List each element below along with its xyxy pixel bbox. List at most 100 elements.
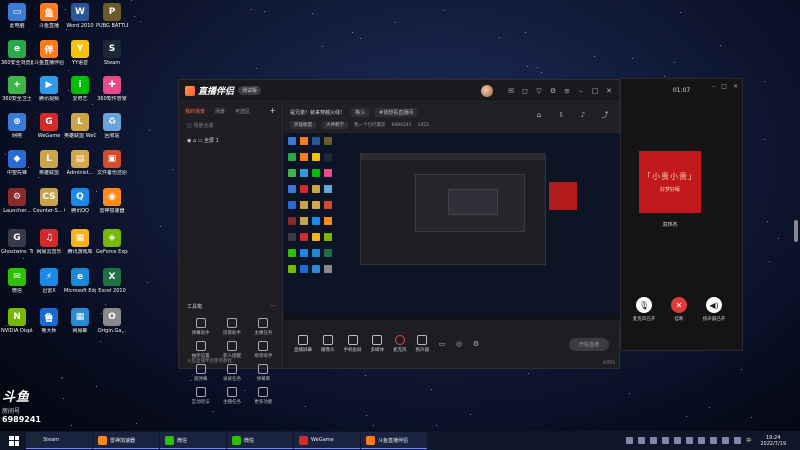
desktop-icon[interactable]: G WeGame: [33, 113, 65, 139]
stream-title[interactable]: 是兄弟！就来穿越火线！: [290, 109, 345, 116]
toolbox-item[interactable]: 弹幕库: [248, 364, 279, 382]
network-icon[interactable]: [722, 437, 730, 444]
desktop-icon[interactable]: G Ghostwire: Tokyo: [1, 229, 33, 255]
scene-fullscreen[interactable]: ◉ ⌂ ▭ 全屏 1: [179, 133, 282, 148]
tab-sources[interactable]: 可选区: [235, 108, 250, 115]
taskbar-item[interactable]: WeGame: [294, 432, 360, 449]
mic-toggle-button[interactable]: 🎙 麦克风已开: [629, 297, 659, 322]
toolbox-item[interactable]: 主播任务: [216, 387, 247, 405]
tray-icon[interactable]: [698, 437, 706, 444]
hang-up-button[interactable]: ✕ 挂断: [664, 297, 694, 322]
camera-button[interactable]: 摄像头: [321, 335, 335, 353]
toolbox-item[interactable]: 新人提醒: [216, 341, 247, 359]
toolbox-item[interactable]: 榜单助手: [248, 341, 279, 359]
minimize-icon[interactable]: –: [577, 87, 585, 95]
microphone-button[interactable]: 麦克风: [393, 335, 407, 353]
toolbox-item[interactable]: 观弹幕: [185, 364, 216, 382]
desktop-icon[interactable]: ✚ 360软件管家: [96, 76, 128, 102]
desktop-icon[interactable]: ▣ 文件备份还原: [96, 150, 128, 176]
speaker-button[interactable]: 扬声器: [416, 335, 429, 353]
tab-my-scenes[interactable]: 我的场景: [185, 108, 205, 115]
speaker-toggle-button[interactable]: ◀) 扬声器已开: [699, 297, 729, 322]
stream-preview[interactable]: [284, 133, 621, 321]
side-handle[interactable]: [794, 220, 798, 242]
desktop-icon[interactable]: i 爱奇艺: [64, 76, 96, 102]
desktop-icon[interactable]: +360安全卫士: [1, 76, 33, 102]
desktop-icon[interactable]: Q 腾讯QQ: [64, 188, 96, 214]
gift-icon[interactable]: ⌂: [535, 111, 543, 119]
share-icon[interactable]: ⤴: [601, 111, 609, 119]
taskbar-item[interactable]: 微信: [160, 432, 226, 449]
desktop-icon[interactable]: ⊕ 网络: [1, 113, 33, 139]
desktop-icon[interactable]: ▦ 网易邮: [64, 308, 96, 334]
tray-icon[interactable]: [662, 437, 670, 444]
desktop-icon[interactable]: L 英雄联盟 WeGame版: [64, 113, 96, 139]
desktop-icon[interactable]: ⚙ Launcher...: [1, 188, 33, 214]
desktop-icon[interactable]: W Word 2010: [64, 3, 96, 29]
close-icon[interactable]: ✕: [605, 87, 613, 95]
desktop-icon[interactable]: N NVIDIA Display...: [1, 308, 33, 334]
desktop-icon[interactable]: CS Counter-S... Global Off...: [33, 188, 65, 214]
desktop-icon[interactable]: e Microsoft Edge: [64, 268, 96, 294]
desktop-icon[interactable]: 鱼斗鱼直播: [33, 3, 65, 29]
desktop-icon[interactable]: P PUBG BATTLEGR...: [96, 3, 128, 29]
more-icon[interactable]: ⋯: [271, 303, 276, 310]
desktop-icon[interactable]: L 英雄联盟: [33, 150, 65, 176]
bell-icon[interactable]: ♪: [579, 111, 587, 119]
desktop-icon[interactable]: Y YY语音: [64, 40, 96, 66]
desktop-icon[interactable]: ◉ 雷神加速器: [96, 188, 128, 214]
clock[interactable]: 19:24 2022/7/19: [760, 435, 786, 447]
scene-compose[interactable]: ◫ 场景合成: [179, 118, 282, 133]
desktop-icon[interactable]: ⚡ 迅雷X: [33, 268, 65, 294]
menu-icon[interactable]: ≡: [563, 87, 571, 95]
desktop-icon[interactable]: ◆ 中望先锋: [1, 150, 33, 176]
volume-icon[interactable]: [734, 437, 742, 444]
desktop-icon[interactable]: 鲁鲁大师: [33, 308, 65, 334]
tag-chip[interactable]: 格斗: [351, 108, 370, 117]
start-live-button[interactable]: 开始直播: [568, 337, 609, 351]
tray-icon[interactable]: [710, 437, 718, 444]
desktop-icon[interactable]: ♻ 回收站: [96, 113, 128, 139]
tray-icon[interactable]: [626, 437, 634, 444]
tutorial-link[interactable]: 斗鱼直播伴侣使用教程: [187, 358, 232, 364]
tray-icon[interactable]: [674, 437, 682, 444]
desktop-icon[interactable]: ✉ 微信: [1, 268, 33, 294]
desktop-icon[interactable]: e 360安全浏览器: [1, 40, 33, 66]
desktop-icon[interactable]: ♫ 网易云音乐: [33, 229, 65, 255]
user-avatar[interactable]: [481, 84, 493, 97]
toolbox-item[interactable]: 房管助手: [216, 318, 247, 336]
gift-icon[interactable]: ◻: [521, 87, 529, 95]
start-button[interactable]: [6, 433, 22, 449]
taskbar-item[interactable]: 雷神加速器: [93, 432, 159, 449]
message-icon[interactable]: ✉: [507, 87, 515, 95]
media-button[interactable]: 多媒体: [371, 335, 384, 353]
tag-chip[interactable]: 大神教学: [322, 121, 348, 129]
taskbar-item[interactable]: 微信: [227, 432, 293, 449]
shirt-icon[interactable]: ▽: [535, 87, 543, 95]
add-icon[interactable]: +: [269, 107, 276, 115]
screen-source-button[interactable]: 直播屏幕: [294, 335, 312, 353]
settings-icon[interactable]: ⚙: [472, 340, 480, 348]
maximize-icon[interactable]: □: [591, 87, 599, 95]
phone-cast-button[interactable]: 手机投屏: [344, 335, 362, 353]
taskbar-item[interactable]: Steam: [26, 432, 92, 449]
toolbox-item[interactable]: 弹幕助手: [185, 318, 216, 336]
settings-icon[interactable]: ⚙: [549, 87, 557, 95]
version-badge[interactable]: 测试版: [238, 86, 262, 95]
record-icon[interactable]: ▭: [438, 340, 446, 348]
toolbox-item[interactable]: 更多功能: [248, 387, 279, 405]
tag-chip[interactable]: #我想看直播间: [375, 108, 418, 117]
desktop-icon[interactable]: ◈ GeForce Experience: [96, 229, 128, 255]
category-chip[interactable]: 英雄联盟: [290, 121, 316, 129]
toolbox-item[interactable]: 互动玩法: [185, 387, 216, 405]
taskbar-item[interactable]: 斗鱼直播伴侣: [361, 432, 427, 449]
desktop-icon[interactable]: O Origin.Ga...: [96, 308, 128, 334]
desktop-icon[interactable]: S Steam: [96, 40, 128, 66]
tray-icon[interactable]: [686, 437, 694, 444]
toolbox-item[interactable]: 主播任务: [248, 318, 279, 336]
download-icon[interactable]: ⇩: [557, 111, 565, 119]
tray-icon[interactable]: [650, 437, 658, 444]
tab-scenes[interactable]: 场景: [215, 108, 225, 115]
desktop-icon[interactable]: ▭ 此电脑: [1, 3, 33, 29]
tray-icon[interactable]: [638, 437, 646, 444]
